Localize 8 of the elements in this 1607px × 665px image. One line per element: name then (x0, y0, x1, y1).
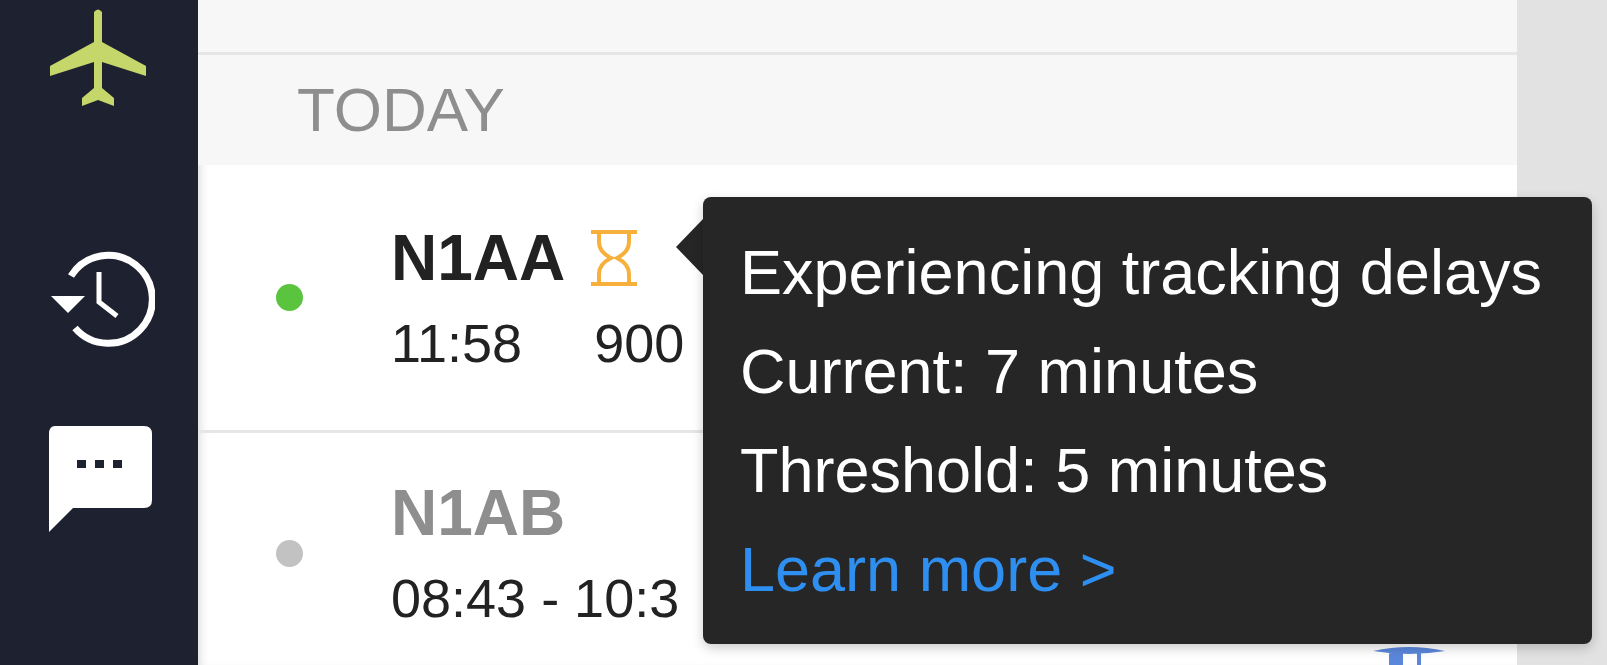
section-label: TODAY (297, 79, 505, 141)
flight-time: 11:58 (391, 315, 523, 370)
flight-value: 900 (594, 315, 685, 370)
tail-number: N1AA (391, 225, 566, 290)
tail-number: N1AB (391, 481, 566, 545)
flight-time: 08:43 - 10:3 (391, 571, 680, 625)
tooltip-text: Current: 7 minutes (740, 340, 1259, 403)
tooltip-text: Threshold: 5 minutes (740, 439, 1329, 502)
